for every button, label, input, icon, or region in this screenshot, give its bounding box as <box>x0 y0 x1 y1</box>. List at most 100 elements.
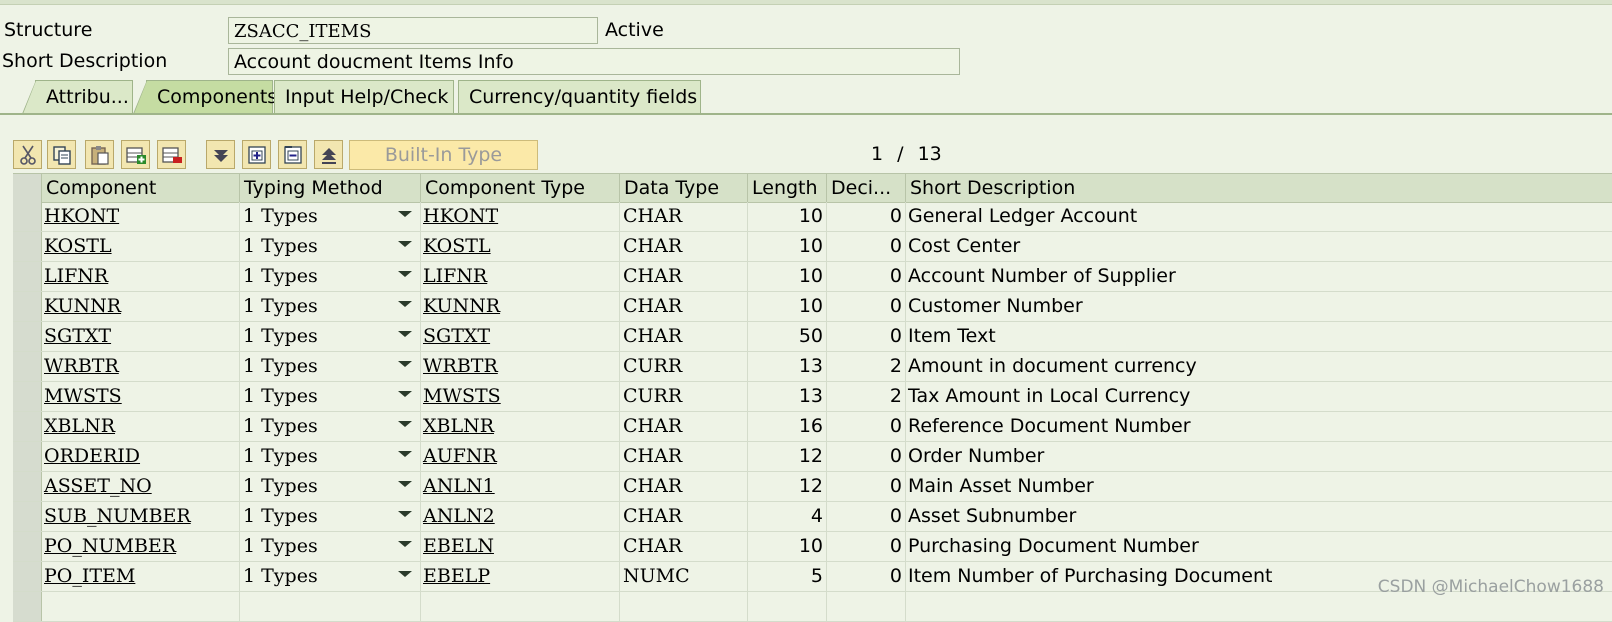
dropdown-arrow-icon[interactable] <box>398 331 412 337</box>
dropdown-arrow-icon[interactable] <box>398 541 412 547</box>
row-selector-cell[interactable] <box>13 532 42 561</box>
dropdown-arrow-icon[interactable] <box>398 511 412 517</box>
row-selector-cell[interactable] <box>13 442 42 471</box>
row-selector-cell[interactable] <box>13 352 42 381</box>
dropdown-arrow-icon[interactable] <box>398 391 412 397</box>
data-type-cell: CHAR <box>620 202 748 231</box>
typing-method-cell[interactable]: 1 Types <box>240 232 421 261</box>
component-type-cell[interactable]: EBELN <box>421 532 620 561</box>
col-decimals[interactable]: Deci... <box>827 174 906 202</box>
typing-method-cell[interactable]: 1 Types <box>240 562 421 591</box>
typing-method-cell[interactable]: 1 Types <box>240 532 421 561</box>
component-type-cell[interactable]: HKONT <box>421 202 620 231</box>
col-length[interactable]: Length <box>748 174 827 202</box>
row-selector-cell[interactable] <box>13 262 42 291</box>
row-selector-cell[interactable] <box>13 472 42 501</box>
table-row: LIFNR 1 Types LIFNR CHAR 10 0 Account Number o… <box>13 262 1612 292</box>
component-type-cell[interactable]: KOSTL <box>421 232 620 261</box>
row-selector-cell[interactable] <box>13 382 42 411</box>
col-component-type[interactable]: Component Type <box>421 174 620 202</box>
data-type: NUMC <box>623 565 690 587</box>
component-name-cell[interactable]: PO_ITEM <box>42 562 240 591</box>
component-name-cell[interactable]: LIFNR <box>42 262 240 291</box>
col-data-type[interactable]: Data Type <box>620 174 748 202</box>
paste-icon[interactable] <box>85 140 114 169</box>
col-typing-method[interactable]: Typing Method <box>240 174 421 202</box>
row-selector-cell[interactable] <box>13 562 42 591</box>
dropdown-arrow-icon[interactable] <box>398 241 412 247</box>
component-type-cell[interactable] <box>421 592 620 621</box>
dropdown-arrow-icon[interactable] <box>398 571 412 577</box>
typing-method-cell[interactable] <box>240 592 421 621</box>
row-selector-cell[interactable] <box>13 502 42 531</box>
component-name-cell[interactable]: SUB_NUMBER <box>42 502 240 531</box>
select-all-cell[interactable] <box>13 174 42 202</box>
component-type-cell[interactable]: XBLNR <box>421 412 620 441</box>
component-name-cell[interactable]: ASSET_NO <box>42 472 240 501</box>
dropdown-arrow-icon[interactable] <box>398 451 412 457</box>
dropdown-arrow-icon[interactable] <box>398 361 412 367</box>
typing-method-cell[interactable]: 1 Types <box>240 352 421 381</box>
dropdown-arrow-icon[interactable] <box>398 481 412 487</box>
component-type-cell[interactable]: EBELP <box>421 562 620 591</box>
tab-attributes[interactable]: Attribu... <box>22 80 133 114</box>
component-type-cell[interactable]: AUFNR <box>421 442 620 471</box>
component-type-cell[interactable]: WRBTR <box>421 352 620 381</box>
short-description-cell: Customer Number <box>906 292 1612 321</box>
typing-method-cell[interactable]: 1 Types <box>240 322 421 351</box>
row-selector-cell[interactable] <box>13 592 42 621</box>
component-name-cell[interactable]: KUNNR <box>42 292 240 321</box>
dropdown-arrow-icon[interactable] <box>398 271 412 277</box>
row-selector-cell[interactable] <box>13 232 42 261</box>
typing-method-cell[interactable]: 1 Types <box>240 472 421 501</box>
component-type-cell[interactable]: MWSTS <box>421 382 620 411</box>
structure-name-field[interactable]: ZSACC_ITEMS <box>228 17 598 44</box>
tab-components[interactable]: Components <box>133 80 277 114</box>
row-selector-cell[interactable] <box>13 202 42 231</box>
component-name-cell[interactable]: KOSTL <box>42 232 240 261</box>
typing-method-cell[interactable]: 1 Types <box>240 382 421 411</box>
component-type-cell[interactable]: LIFNR <box>421 262 620 291</box>
component-type-cell[interactable]: ANLN1 <box>421 472 620 501</box>
short-description-field[interactable]: Account doucment Items Info <box>228 48 960 75</box>
typing-method-cell[interactable]: 1 Types <box>240 412 421 441</box>
component-name-cell[interactable]: MWSTS <box>42 382 240 411</box>
row-selector-cell[interactable] <box>13 292 42 321</box>
row-selector-cell[interactable] <box>13 322 42 351</box>
typing-method-cell[interactable]: 1 Types <box>240 262 421 291</box>
insert-row-icon[interactable] <box>121 140 150 169</box>
copy-icon[interactable] <box>47 140 76 169</box>
dropdown-arrow-icon[interactable] <box>398 211 412 217</box>
length: 16 <box>798 415 823 437</box>
component-name-cell[interactable]: HKONT <box>42 202 240 231</box>
col-component[interactable]: Component <box>42 174 240 202</box>
component-name-cell[interactable] <box>42 592 240 621</box>
component-name-cell[interactable]: PO_NUMBER <box>42 532 240 561</box>
built-in-type-button[interactable]: Built-In Type <box>349 140 538 170</box>
component-name-cell[interactable]: XBLNR <box>42 412 240 441</box>
last-page-icon[interactable] <box>314 140 343 169</box>
delete-row-icon[interactable] <box>157 140 186 169</box>
component-name-cell[interactable]: SGTXT <box>42 322 240 351</box>
cut-icon[interactable] <box>13 140 42 169</box>
tab-input-help-check[interactable]: Input Help/Check <box>274 80 454 113</box>
component-type-cell[interactable]: SGTXT <box>421 322 620 351</box>
expand-icon[interactable] <box>278 140 307 169</box>
dropdown-arrow-icon[interactable] <box>398 301 412 307</box>
component-name-cell[interactable]: ORDERID <box>42 442 240 471</box>
insert-include-icon[interactable] <box>242 140 271 169</box>
row-selector-cell[interactable] <box>13 412 42 441</box>
dropdown-arrow-icon[interactable] <box>398 421 412 427</box>
tab-currency-quantity-fields[interactable]: Currency/quantity fields <box>458 80 701 113</box>
first-page-icon[interactable] <box>206 140 235 169</box>
typing-method-cell[interactable]: 1 Types <box>240 292 421 321</box>
col-short-description[interactable]: Short Description <box>906 174 1612 202</box>
component-type-cell[interactable]: KUNNR <box>421 292 620 321</box>
short-description-cell: Asset Subnumber <box>906 502 1612 531</box>
typing-method-cell[interactable]: 1 Types <box>240 202 421 231</box>
typing-method-cell[interactable]: 1 Types <box>240 442 421 471</box>
length-cell: 10 <box>748 232 827 261</box>
component-name-cell[interactable]: WRBTR <box>42 352 240 381</box>
component-type-cell[interactable]: ANLN2 <box>421 502 620 531</box>
typing-method-cell[interactable]: 1 Types <box>240 502 421 531</box>
